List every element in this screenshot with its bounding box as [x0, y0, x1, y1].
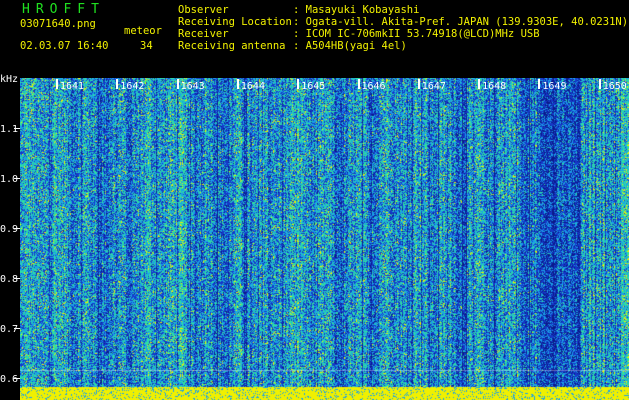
x-tick-mark: [176, 79, 179, 89]
x-tick-label: 1645: [297, 79, 325, 92]
antenna-value: : A504HB(yagi 4el): [293, 40, 407, 52]
y-tick-mark: [14, 128, 20, 129]
x-tick-mark: [478, 79, 481, 89]
location-label: Receiving Location: [178, 16, 292, 28]
x-tick-label: 1643: [176, 79, 205, 92]
y-tick-label: 0.7: [0, 324, 20, 335]
x-tick-label: 1650: [598, 79, 627, 92]
y-tick-mark: [14, 378, 20, 379]
x-tick-label: 1648: [478, 79, 506, 92]
x-tick-label: 1649: [538, 79, 566, 92]
meteor-label: meteor: [124, 25, 162, 37]
x-tick-label: 1647: [417, 79, 446, 92]
x-tick-label: 1641: [56, 79, 84, 92]
spectrogram-canvas: [20, 78, 629, 400]
y-tick-label: 1.0: [0, 174, 20, 185]
observer-label: Observer: [178, 4, 229, 16]
x-tick-mark: [116, 79, 119, 89]
antenna-label: Receiving antenna: [178, 40, 286, 52]
y-tick-label: 0.9: [0, 224, 20, 235]
location-value: : Ogata-vill. Akita-Pref. JAPAN (139.930…: [293, 16, 629, 28]
x-tick-label: 1646: [357, 79, 386, 92]
x-tick-mark: [538, 79, 541, 89]
x-tick-mark: [417, 79, 420, 89]
y-tick-label: 1.1: [0, 124, 20, 135]
meteor-count: 34: [140, 40, 153, 52]
x-tick-label: 1644: [236, 79, 265, 92]
y-tick-mark: [14, 178, 20, 179]
filename-label: 03071640.png: [20, 18, 96, 30]
x-tick-label: 1642: [116, 79, 144, 92]
y-tick-label: 0.8: [0, 274, 20, 285]
y-tick-label: 0.6: [0, 374, 20, 385]
y-tick-mark: [14, 228, 20, 229]
y-tick-mark: [14, 278, 20, 279]
y-tick-mark: [14, 328, 20, 329]
spectrogram-plot: [20, 78, 629, 400]
header-panel: HROFFT 03071640.png meteor 02.03.07 16:4…: [0, 0, 629, 78]
x-tick-mark: [236, 79, 239, 89]
receiver-value: : ICOM IC-706mkII 53.74918(@LCD)MHz USB: [293, 28, 540, 40]
datetime-label: 02.03.07 16:40: [20, 40, 109, 52]
x-tick-mark: [357, 79, 360, 89]
app-title: HROFFT: [22, 2, 105, 17]
receiver-label: Receiver: [178, 28, 229, 40]
y-axis-unit: kHz: [0, 74, 19, 85]
x-tick-mark: [598, 79, 601, 89]
x-tick-mark: [56, 79, 58, 89]
observer-value: : Masayuki Kobayashi: [293, 4, 420, 16]
x-tick-mark: [297, 79, 300, 89]
